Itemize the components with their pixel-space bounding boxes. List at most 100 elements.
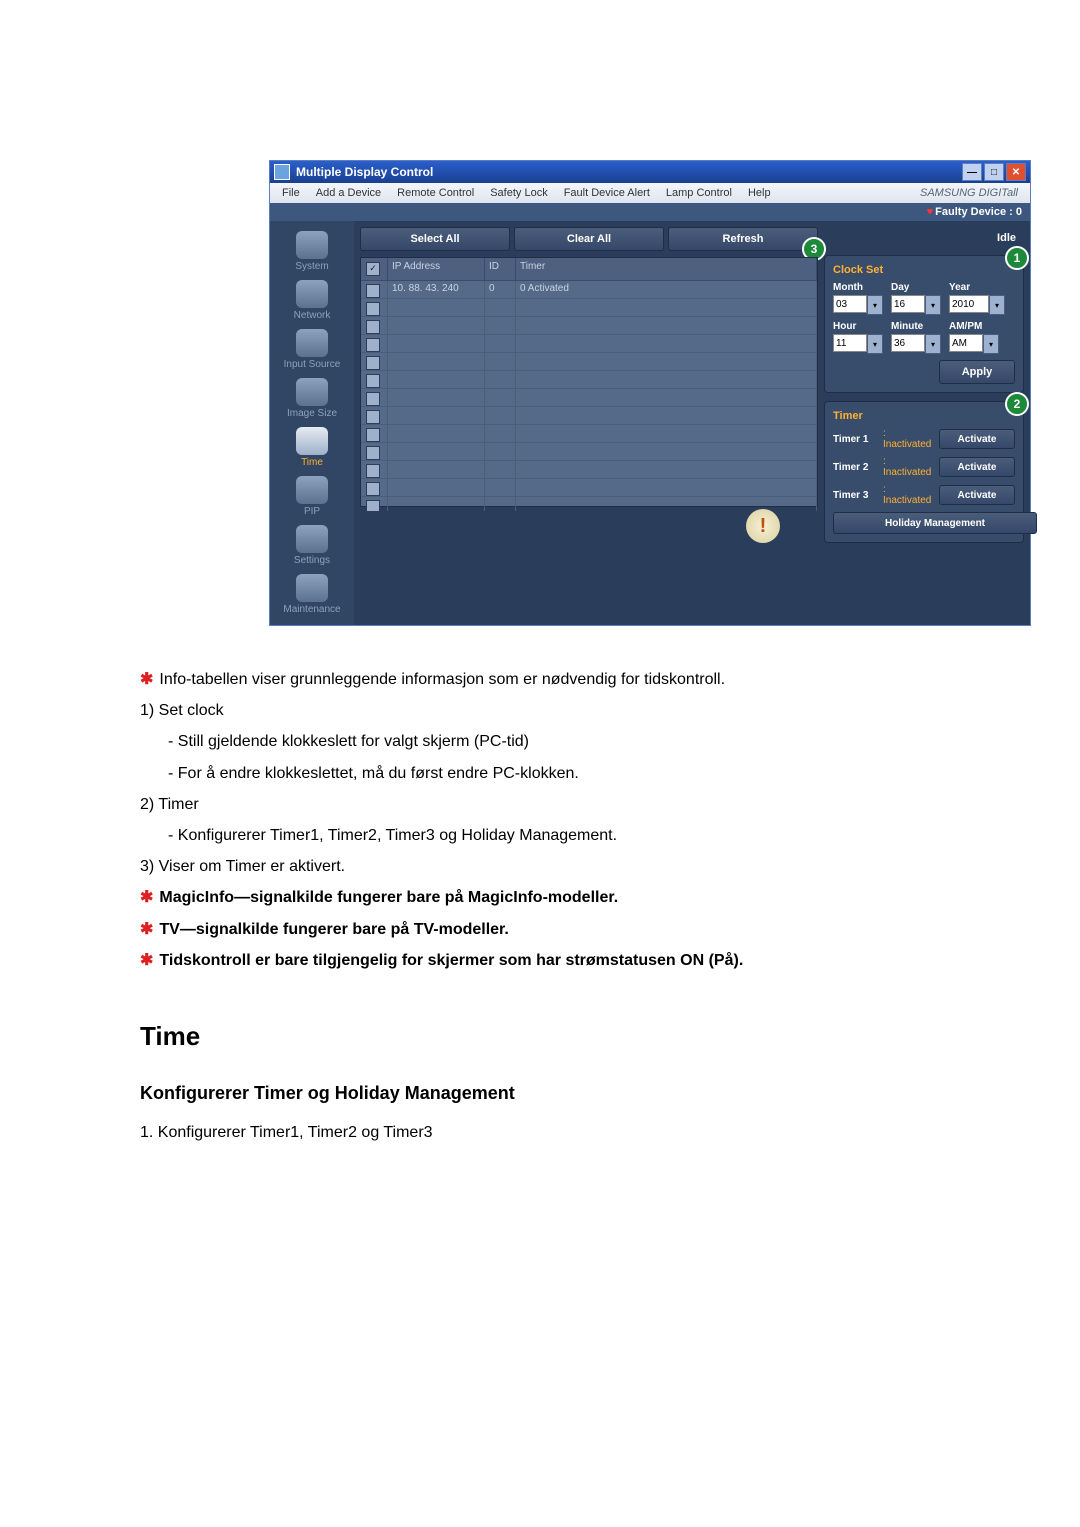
maximize-button[interactable]: □ [984,163,1004,181]
timer-title: Timer [833,410,1015,422]
row-checkbox[interactable] [366,338,380,352]
system-icon [296,231,328,259]
ampm-select[interactable] [949,334,983,352]
row-checkbox[interactable] [366,410,380,424]
chevron-down-icon[interactable]: ▾ [989,295,1005,315]
star-icon: ✱ [140,952,153,969]
header-checkbox[interactable] [366,262,380,276]
pip-icon [296,476,328,504]
row-checkbox[interactable] [366,320,380,334]
table-row [361,335,817,353]
table-row [361,317,817,335]
subsection-heading: Konfigurerer Timer og Holiday Management [140,1078,1080,1109]
timer-row-1: Timer 1: InactivatedActivate [833,428,1015,450]
menu-fault[interactable]: Fault Device Alert [556,187,658,199]
app-window: Multiple Display Control — □ ✕ File Add … [269,160,1031,626]
activate-timer3-button[interactable]: Activate [939,485,1015,505]
timer-row-3: Timer 3: InactivatedActivate [833,484,1015,506]
menu-remote[interactable]: Remote Control [389,187,482,199]
row-checkbox[interactable] [366,446,380,460]
clear-all-button[interactable]: Clear All [514,227,664,251]
menu-safety[interactable]: Safety Lock [482,187,555,199]
time-icon [296,427,328,455]
chevron-down-icon[interactable]: ▾ [867,334,883,354]
sidebar-item-time[interactable]: Time [270,423,354,472]
timer-row-2: Timer 2: InactivatedActivate [833,456,1015,478]
activate-timer2-button[interactable]: Activate [939,457,1015,477]
col-ip: IP Address [388,258,485,280]
clock-set-panel: 1 Clock Set Month▾ Day▾ Year▾ Hour▾ Minu… [824,255,1024,393]
network-icon [296,280,328,308]
callout-2: 2 [1005,392,1029,416]
chevron-down-icon[interactable]: ▾ [925,295,941,315]
col-id: ID [485,258,516,280]
menu-help[interactable]: Help [740,187,779,199]
sidebar: System Network Input Source Image Size T… [270,221,354,625]
chevron-down-icon[interactable]: ▾ [925,334,941,354]
row-checkbox[interactable] [366,482,380,496]
warning-icon: ! [746,509,780,543]
row-checkbox[interactable] [366,356,380,370]
status-label: Idle [824,227,1024,249]
table-row [361,389,817,407]
apply-button[interactable]: Apply [939,360,1015,384]
table-row [361,407,817,425]
title-bar: Multiple Display Control — □ ✕ [270,161,1030,183]
row-checkbox[interactable] [366,428,380,442]
table-row [361,299,817,317]
activate-timer1-button[interactable]: Activate [939,429,1015,449]
row-checkbox[interactable] [366,374,380,388]
holiday-management-button[interactable]: Holiday Management [833,512,1037,534]
star-icon: ✱ [140,671,153,688]
brand-label: SAMSUNG DIGITall [912,187,1026,199]
hour-select[interactable] [833,334,867,352]
table-row [361,425,817,443]
year-select[interactable] [949,295,989,313]
close-button[interactable]: ✕ [1006,163,1026,181]
sidebar-item-network[interactable]: Network [270,276,354,325]
table-row[interactable]: 10. 88. 43. 240 0 0 Activated [361,281,817,299]
menu-bar: File Add a Device Remote Control Safety … [270,183,1030,203]
table-row [361,353,817,371]
table-row [361,461,817,479]
row-checkbox[interactable] [366,392,380,406]
row-checkbox[interactable] [366,284,380,298]
day-select[interactable] [891,295,925,313]
sidebar-item-system[interactable]: System [270,227,354,276]
table-body[interactable]: 10. 88. 43. 240 0 0 Activated [361,281,817,511]
chevron-down-icon[interactable]: ▾ [867,295,883,315]
faulty-device-label: ♥Faulty Device : 0 [927,206,1022,218]
menu-add-device[interactable]: Add a Device [308,187,389,199]
menu-file[interactable]: File [274,187,308,199]
input-source-icon [296,329,328,357]
section-heading: Time [140,1014,1080,1058]
sidebar-item-input[interactable]: Input Source [270,325,354,374]
table-row [361,443,817,461]
faulty-dot-icon: ♥ [927,206,934,218]
table-row [361,371,817,389]
sidebar-item-maintenance[interactable]: Maintenance [270,570,354,619]
clock-title: Clock Set [833,264,1015,276]
menu-lamp[interactable]: Lamp Control [658,187,740,199]
minimize-button[interactable]: — [962,163,982,181]
select-all-button[interactable]: Select All [360,227,510,251]
callout-1: 1 [1005,246,1029,270]
sidebar-item-imagesize[interactable]: Image Size [270,374,354,423]
row-checkbox[interactable] [366,464,380,478]
row-checkbox[interactable] [366,302,380,316]
timer-panel: 2 Timer Timer 1: InactivatedActivate Tim… [824,401,1024,543]
minute-select[interactable] [891,334,925,352]
document-text: ✱Info-tabellen viser grunnleggende infor… [140,666,1080,1146]
refresh-button[interactable]: Refresh [668,227,818,251]
star-icon: ✱ [140,921,153,938]
image-size-icon [296,378,328,406]
col-timer: Timer [516,258,817,280]
device-table: IP Address ID Timer 10. 88. 43. 240 0 0 … [360,257,818,507]
settings-icon [296,525,328,553]
app-title: Multiple Display Control [296,165,433,179]
chevron-down-icon[interactable]: ▾ [983,334,999,354]
sidebar-item-settings[interactable]: Settings [270,521,354,570]
month-select[interactable] [833,295,867,313]
sidebar-item-pip[interactable]: PIP [270,472,354,521]
star-icon: ✱ [140,889,153,906]
